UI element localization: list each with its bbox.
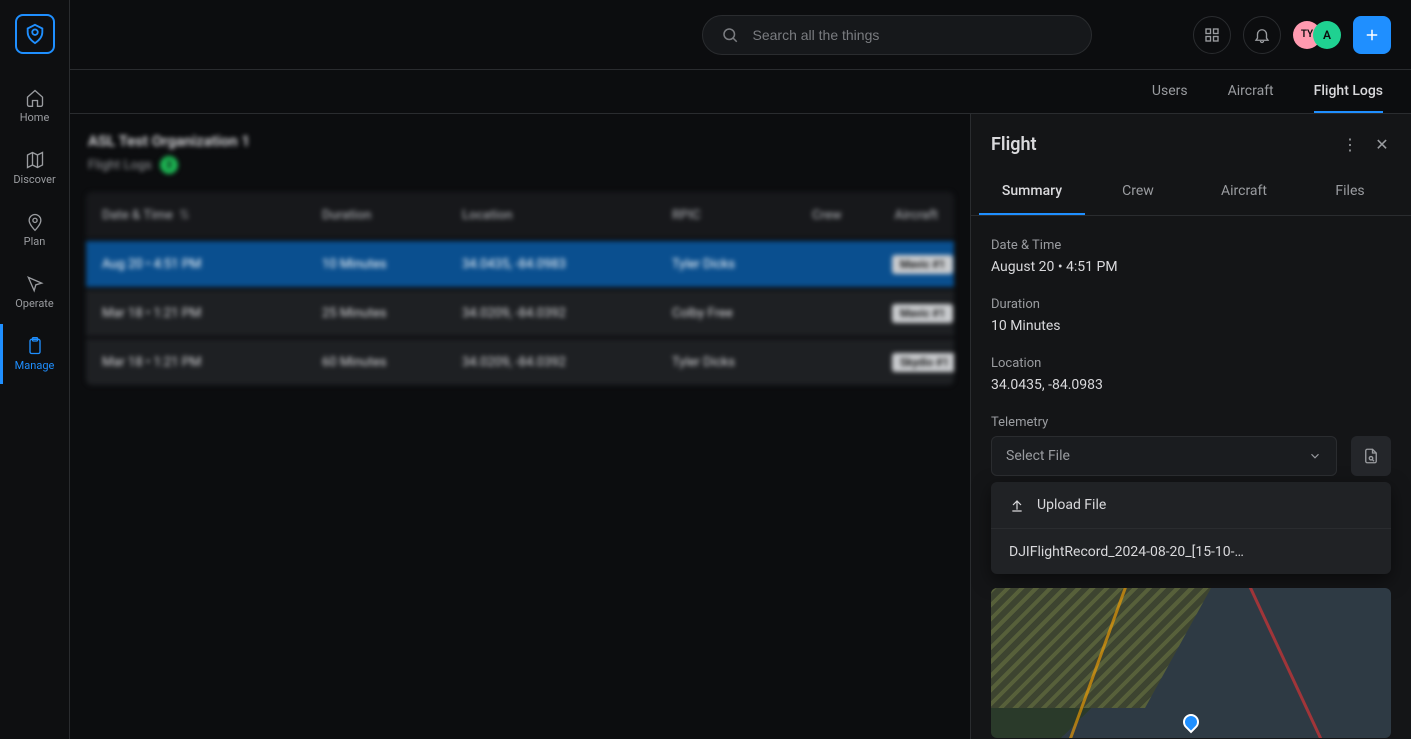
- col-location[interactable]: Location: [462, 208, 672, 223]
- field-value-duration: 10 Minutes: [991, 318, 1391, 334]
- dtab-crew[interactable]: Crew: [1085, 169, 1191, 215]
- nav-label: Manage: [15, 359, 55, 372]
- col-datetime[interactable]: Date & Time: [102, 208, 173, 223]
- table-row[interactable]: Mar 18 • 1:21 PM 25 Minutes 34.0209, -84…: [86, 290, 954, 336]
- sort-icon: ⇅: [179, 208, 190, 223]
- nav-home[interactable]: Home: [0, 76, 70, 136]
- aircraft-chip: Mavic #1: [892, 255, 953, 274]
- pin-icon: [25, 212, 45, 232]
- breadcrumb: Flight Logs 3: [88, 156, 952, 174]
- search-icon: [721, 26, 739, 44]
- detail-title: Flight: [991, 134, 1037, 155]
- more-button[interactable]: ⋮: [1341, 135, 1359, 154]
- org-title: ASL Test Organization 1: [88, 132, 952, 150]
- side-nav: Home Discover Plan Operate Manage: [0, 0, 70, 739]
- nav-operate[interactable]: Operate: [0, 262, 70, 322]
- detail-tabs: Summary Crew Aircraft Files: [971, 169, 1411, 216]
- notifications-button[interactable]: [1243, 16, 1281, 54]
- flight-map[interactable]: [991, 588, 1391, 738]
- nav-discover[interactable]: Discover: [0, 138, 70, 198]
- field-label-telemetry: Telemetry: [991, 415, 1391, 430]
- table-row[interactable]: Aug 20 • 4:51 PM 10 Minutes 34.0435, -84…: [86, 241, 954, 287]
- col-aircraft[interactable]: Aircraft: [892, 208, 938, 223]
- dtab-summary[interactable]: Summary: [979, 169, 1085, 215]
- tab-flight-logs[interactable]: Flight Logs: [1314, 70, 1383, 113]
- nav-label: Operate: [15, 297, 54, 310]
- main-content: ASL Test Organization 1 Flight Logs 3 Da…: [70, 114, 970, 739]
- nav-label: Discover: [13, 173, 55, 186]
- field-label-duration: Duration: [991, 297, 1391, 312]
- file-search-icon: [1362, 447, 1380, 465]
- nav-label: Home: [20, 111, 50, 124]
- app-logo: [15, 14, 55, 54]
- col-crew[interactable]: Crew: [812, 208, 892, 223]
- apps-button[interactable]: [1193, 16, 1231, 54]
- home-icon: [25, 88, 45, 108]
- clipboard-icon: [25, 336, 45, 356]
- col-rpic[interactable]: RPIC: [672, 208, 812, 223]
- breadcrumb-label: Flight Logs: [88, 158, 152, 173]
- existing-file-option[interactable]: DJIFlightRecord_2024-08-20_[15-10-…: [991, 528, 1391, 574]
- dtab-files[interactable]: Files: [1297, 169, 1403, 215]
- grid-icon: [1203, 26, 1221, 44]
- field-label-location: Location: [991, 356, 1391, 371]
- create-button[interactable]: [1353, 16, 1391, 54]
- bell-icon: [1253, 26, 1271, 44]
- flight-logs-table: Date & Time ⇅ Duration Location RPIC Crew…: [86, 192, 954, 385]
- global-search[interactable]: [702, 15, 1092, 55]
- telemetry-file-select[interactable]: Select File: [991, 436, 1337, 476]
- table-row[interactable]: Mar 18 • 1:21 PM 60 Minutes 34.0209, -84…: [86, 339, 954, 385]
- search-input[interactable]: [751, 26, 1073, 44]
- aircraft-chip: Mavic #1: [892, 304, 953, 323]
- nav-manage[interactable]: Manage: [0, 324, 70, 384]
- file-name: DJIFlightRecord_2024-08-20_[15-10-…: [1009, 544, 1244, 560]
- count-badge: 3: [160, 156, 178, 174]
- plus-icon: [1363, 26, 1381, 44]
- upload-icon: [1009, 497, 1025, 513]
- map-icon: [25, 150, 45, 170]
- aircraft-chip: Skydio #1: [892, 353, 954, 372]
- nav-plan[interactable]: Plan: [0, 200, 70, 260]
- avatar: A: [1313, 21, 1341, 49]
- telemetry-dropdown: Upload File DJIFlightRecord_2024-08-20_[…: [991, 482, 1391, 574]
- section-tabs: Users Aircraft Flight Logs: [70, 70, 1411, 114]
- field-label-datetime: Date & Time: [991, 238, 1391, 253]
- user-avatars[interactable]: TY A: [1293, 21, 1341, 49]
- field-value-datetime: August 20 • 4:51 PM: [991, 259, 1391, 275]
- upload-file-option[interactable]: Upload File: [991, 482, 1391, 528]
- dtab-aircraft[interactable]: Aircraft: [1191, 169, 1297, 215]
- tab-aircraft[interactable]: Aircraft: [1228, 70, 1274, 113]
- file-browse-button[interactable]: [1351, 436, 1391, 476]
- field-value-location: 34.0435, -84.0983: [991, 377, 1391, 393]
- table-header: Date & Time ⇅ Duration Location RPIC Crew…: [86, 192, 954, 238]
- col-duration[interactable]: Duration: [322, 208, 462, 223]
- nav-label: Plan: [24, 235, 46, 248]
- detail-panel: Flight ⋮ ✕ Summary Crew Aircraft Files D…: [970, 114, 1411, 739]
- top-bar: TY A: [70, 0, 1411, 70]
- cursor-icon: [25, 274, 45, 294]
- close-button[interactable]: ✕: [1373, 135, 1391, 154]
- upload-label: Upload File: [1037, 497, 1106, 513]
- select-placeholder: Select File: [1006, 448, 1070, 464]
- chevron-down-icon: [1308, 449, 1322, 463]
- tab-users[interactable]: Users: [1152, 70, 1188, 113]
